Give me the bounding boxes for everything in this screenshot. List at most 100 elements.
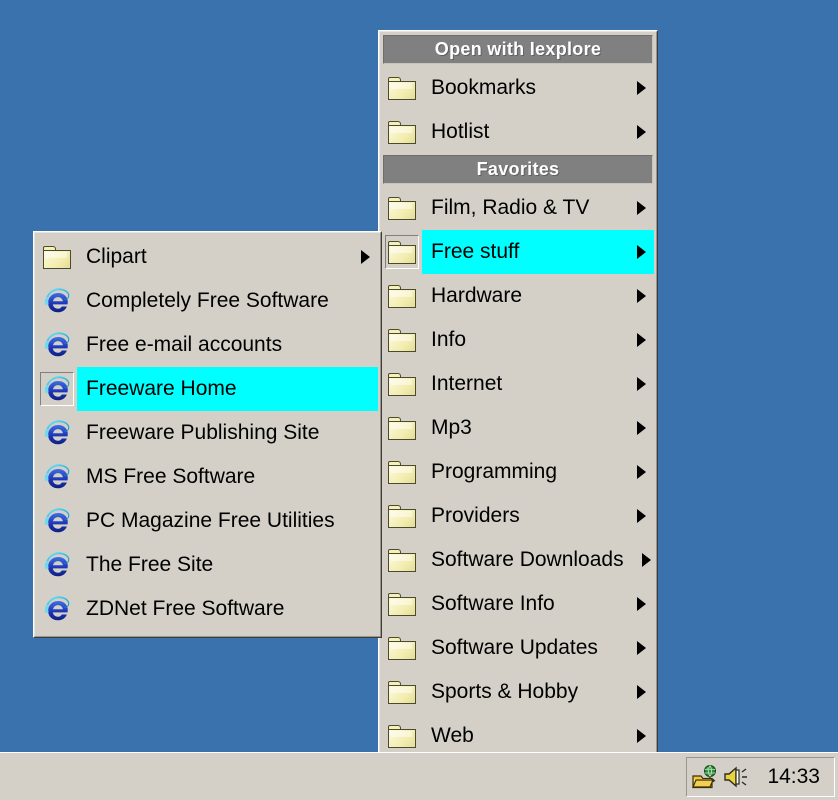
menu-item-arrow-spacer — [352, 587, 378, 631]
menu-header-favorites: Favorites — [383, 155, 653, 184]
taskbar-clock[interactable]: 14:33 — [751, 765, 828, 789]
menu-item-label: MS Free Software — [86, 465, 256, 488]
menu-item[interactable]: The Free Site — [37, 543, 378, 587]
menu-item[interactable]: Mp3 — [382, 406, 654, 450]
menu-item-arrow-spacer — [352, 323, 378, 367]
menu-item[interactable]: Bookmarks — [382, 66, 654, 110]
menu-item-arrow-spacer — [352, 411, 378, 455]
menu-item-icon-frame — [385, 411, 419, 445]
internet-explorer-icon — [42, 462, 73, 492]
menu-item-icon-cell — [382, 626, 422, 670]
taskbar[interactable]: 14:33 — [0, 752, 838, 800]
menu-item-icon-cell — [37, 279, 77, 323]
chevron-right-icon — [636, 597, 646, 611]
menu-item-icon-cell — [37, 411, 77, 455]
menu-item-icon-cell — [37, 367, 77, 411]
menu-item-icon-frame — [40, 240, 74, 274]
menu-item-icon-cell — [382, 670, 422, 714]
menu-item[interactable]: MS Free Software — [37, 455, 378, 499]
menu-item-label: Film, Radio & TV — [431, 196, 590, 219]
chevron-right-icon — [360, 250, 370, 264]
volume-speaker-icon[interactable] — [721, 762, 751, 792]
folder-icon — [388, 460, 416, 484]
menu-item-icon-frame — [40, 504, 74, 538]
menu-item[interactable]: Freeware Home — [37, 367, 378, 411]
menu-item[interactable]: ZDNet Free Software — [37, 587, 378, 631]
menu-item-icon-frame — [385, 191, 419, 225]
system-tray[interactable]: 14:33 — [686, 757, 835, 797]
menu-item-icon-frame — [385, 235, 419, 269]
chevron-right-icon — [641, 553, 651, 567]
menu-item[interactable]: Freeware Publishing Site — [37, 411, 378, 455]
menu-item[interactable]: Software Downloads — [382, 538, 654, 582]
folder-icon — [388, 680, 416, 704]
menu-item-label: Completely Free Software — [86, 289, 329, 312]
submenu-arrow-icon — [628, 274, 654, 318]
menu-item[interactable]: Info — [382, 318, 654, 362]
menu-item-icon-cell — [382, 318, 422, 362]
menu-item[interactable]: Sports & Hobby — [382, 670, 654, 714]
internet-explorer-icon — [42, 550, 73, 580]
menu-item-icon-cell — [37, 455, 77, 499]
folder-icon — [388, 548, 416, 572]
menu-item-label: Providers — [431, 504, 520, 527]
submenu-arrow-icon — [638, 538, 654, 582]
menu-item[interactable]: Film, Radio & TV — [382, 186, 654, 230]
folder-icon — [388, 196, 416, 220]
menu-item-icon-cell — [382, 406, 422, 450]
chevron-right-icon — [636, 125, 646, 139]
shared-folder-network-icon[interactable] — [691, 762, 721, 792]
menu-item-arrow-spacer — [352, 367, 378, 411]
menu-item[interactable]: Free e-mail accounts — [37, 323, 378, 367]
internet-explorer-icon — [42, 506, 73, 536]
chevron-right-icon — [636, 641, 646, 655]
menu-item-label: Hotlist — [431, 120, 490, 143]
menu-item-icon-frame — [40, 460, 74, 494]
menu-item[interactable]: Completely Free Software — [37, 279, 378, 323]
menu-item[interactable]: Hardware — [382, 274, 654, 318]
menu-item-icon-cell — [382, 186, 422, 230]
menu-item[interactable]: Hotlist — [382, 110, 654, 154]
menu-item-label: Clipart — [86, 245, 147, 268]
menu-item-label: Hardware — [431, 284, 523, 307]
menu-item-icon-cell — [37, 323, 77, 367]
folder-icon — [388, 592, 416, 616]
menu-item-icon-frame — [385, 719, 419, 753]
menu-item[interactable]: PC Magazine Free Utilities — [37, 499, 378, 543]
submenu-arrow-icon — [628, 670, 654, 714]
favorites-menu[interactable]: Open with Iexplore Bookmarks Hotlist Favo… — [378, 30, 658, 772]
menu-item-label: Sports & Hobby — [431, 680, 579, 703]
menu-item[interactable]: Software Info — [382, 582, 654, 626]
chevron-right-icon — [636, 685, 646, 699]
submenu-arrow-icon — [628, 110, 654, 154]
internet-explorer-icon — [42, 374, 73, 404]
menu-item[interactable]: Providers — [382, 494, 654, 538]
menu-item-label: Freeware Home — [77, 367, 352, 411]
internet-explorer-icon — [42, 594, 73, 624]
submenu-arrow-icon — [628, 230, 654, 274]
folder-icon — [388, 504, 416, 528]
chevron-right-icon — [636, 377, 646, 391]
folder-icon — [388, 724, 416, 748]
menu-item-icon-cell — [382, 538, 422, 582]
menu-item[interactable]: Software Updates — [382, 626, 654, 670]
submenu-arrow-icon — [352, 235, 378, 279]
menu-item-label: The Free Site — [86, 553, 214, 576]
menu-item[interactable]: Clipart — [37, 235, 378, 279]
menu-item-icon-frame — [40, 592, 74, 626]
folder-icon — [388, 284, 416, 308]
menu-item-label: ZDNet Free Software — [86, 597, 285, 620]
menu-item[interactable]: Free stuff — [382, 230, 654, 274]
internet-explorer-icon — [42, 330, 73, 360]
chevron-right-icon — [636, 201, 646, 215]
menu-item[interactable]: Programming — [382, 450, 654, 494]
menu-item[interactable]: Internet — [382, 362, 654, 406]
menu-item-arrow-spacer — [352, 455, 378, 499]
submenu-arrow-icon — [628, 626, 654, 670]
free-stuff-submenu[interactable]: Clipart Completely Free Software Free e-ma… — [33, 231, 382, 638]
folder-icon — [388, 636, 416, 660]
menu-item-icon-cell — [37, 587, 77, 631]
menu-item-icon-frame — [385, 543, 419, 577]
folder-icon — [388, 76, 416, 100]
submenu-arrow-icon — [628, 318, 654, 362]
